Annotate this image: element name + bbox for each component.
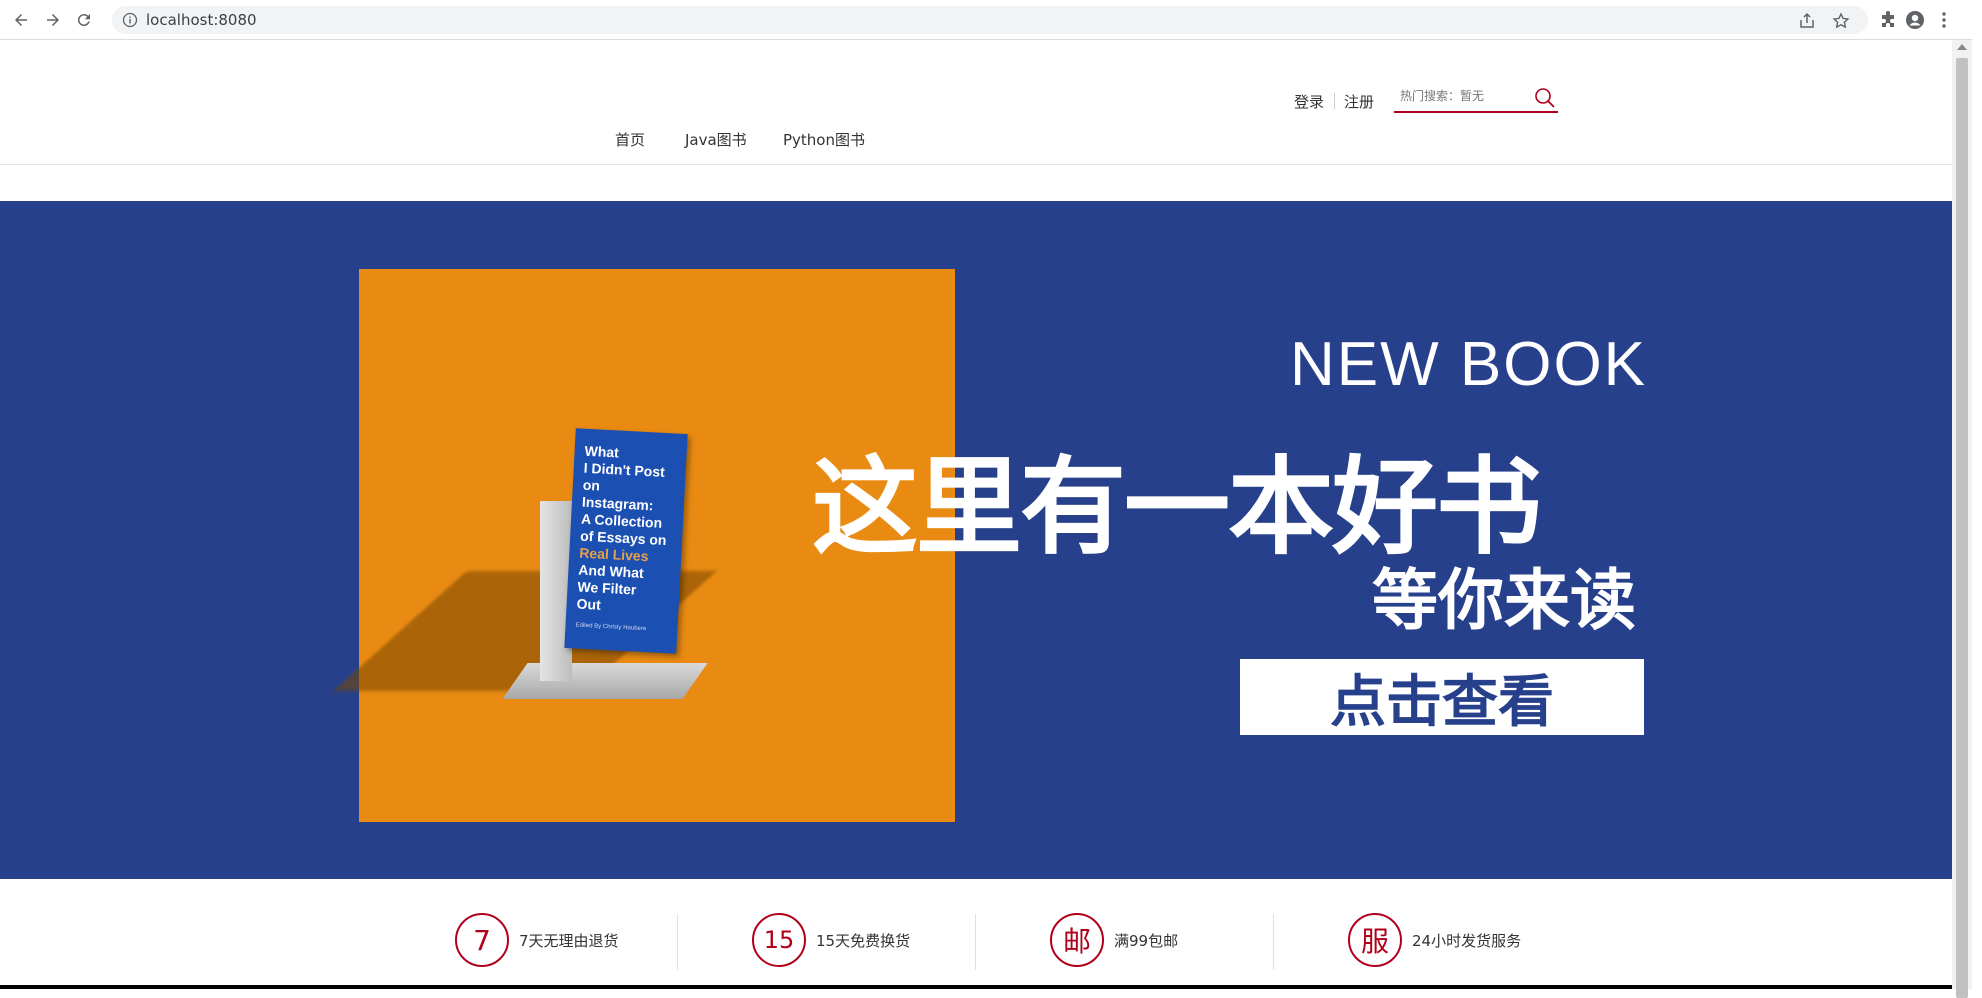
vertical-scrollbar[interactable] [1952, 40, 1972, 998]
view-now-button[interactable]: 点击查看 [1240, 659, 1644, 735]
address-bar[interactable]: localhost:8080 [112, 6, 1868, 34]
footer-bar [0, 985, 1952, 989]
scroll-thumb[interactable] [1956, 58, 1968, 998]
service-icon: 服 [1348, 913, 1402, 967]
service-text: 15天免费换货 [816, 931, 911, 950]
share-icon[interactable] [1798, 12, 1816, 30]
book-title-line: Out [576, 595, 602, 613]
service-text: 满99包邮 [1114, 931, 1179, 950]
divider [1273, 914, 1274, 970]
book-cover: What I Didn't Post on Instagram: A Colle… [564, 428, 688, 654]
book-author: Edited By Christy Haubere [575, 622, 647, 633]
link-divider [1334, 93, 1335, 109]
extensions-icon[interactable] [1878, 10, 1898, 30]
hero-banner[interactable]: What I Didn't Post on Instagram: A Colle… [0, 201, 1952, 879]
service-shipping: 邮 满99包邮 [1050, 912, 1178, 968]
service-text: 7天无理由退货 [519, 931, 619, 950]
new-book-label: NEW BOOK [1290, 330, 1648, 399]
url-text: localhost:8080 [146, 11, 257, 29]
browser-toolbar: localhost:8080 [0, 0, 1972, 40]
site-header: 登录 注册 首页 Java图书 Python图书 [0, 41, 1952, 165]
reload-icon[interactable] [72, 8, 96, 32]
service-text: 24小时发货服务 [1412, 931, 1522, 950]
scroll-up-icon[interactable] [1957, 44, 1967, 50]
service-exchange: 15 15天免费换货 [752, 912, 910, 968]
back-icon[interactable] [9, 8, 33, 32]
service-support: 服 24小时发货服务 [1348, 912, 1521, 968]
service-return: 7 7天无理由退货 [455, 912, 619, 968]
mail-icon: 邮 [1050, 913, 1104, 967]
menu-icon[interactable] [1934, 10, 1954, 30]
login-link[interactable]: 登录 [1294, 91, 1324, 112]
search-icon[interactable] [1534, 87, 1556, 109]
search-input[interactable] [1400, 85, 1530, 107]
search-box [1394, 81, 1558, 113]
nav-python-books[interactable]: Python图书 [783, 129, 865, 150]
register-link[interactable]: 注册 [1344, 91, 1374, 112]
book-title-line: on Instagram: [581, 476, 654, 514]
divider [975, 914, 976, 970]
side-panel [1972, 0, 1982, 989]
nav-home[interactable]: 首页 [615, 129, 645, 150]
forward-icon[interactable] [41, 8, 65, 32]
return-7-icon: 7 [455, 913, 509, 967]
service-promises: 7 7天无理由退货 15 15天免费换货 邮 满99包邮 服 24小时发货服务 [0, 879, 1952, 985]
nav-java-books[interactable]: Java图书 [685, 129, 747, 150]
book-stand-base [502, 663, 708, 699]
profile-icon[interactable] [1905, 10, 1925, 30]
info-icon[interactable] [122, 12, 138, 28]
banner-subhead: 等你来读 [1372, 562, 1636, 639]
bookmark-star-icon[interactable] [1832, 12, 1850, 30]
divider [677, 914, 678, 970]
main-nav: 首页 Java图书 Python图书 [0, 129, 1952, 159]
exchange-15-icon: 15 [752, 913, 806, 967]
web-page: 登录 注册 首页 Java图书 Python图书 What I Didn't P… [0, 41, 1952, 989]
